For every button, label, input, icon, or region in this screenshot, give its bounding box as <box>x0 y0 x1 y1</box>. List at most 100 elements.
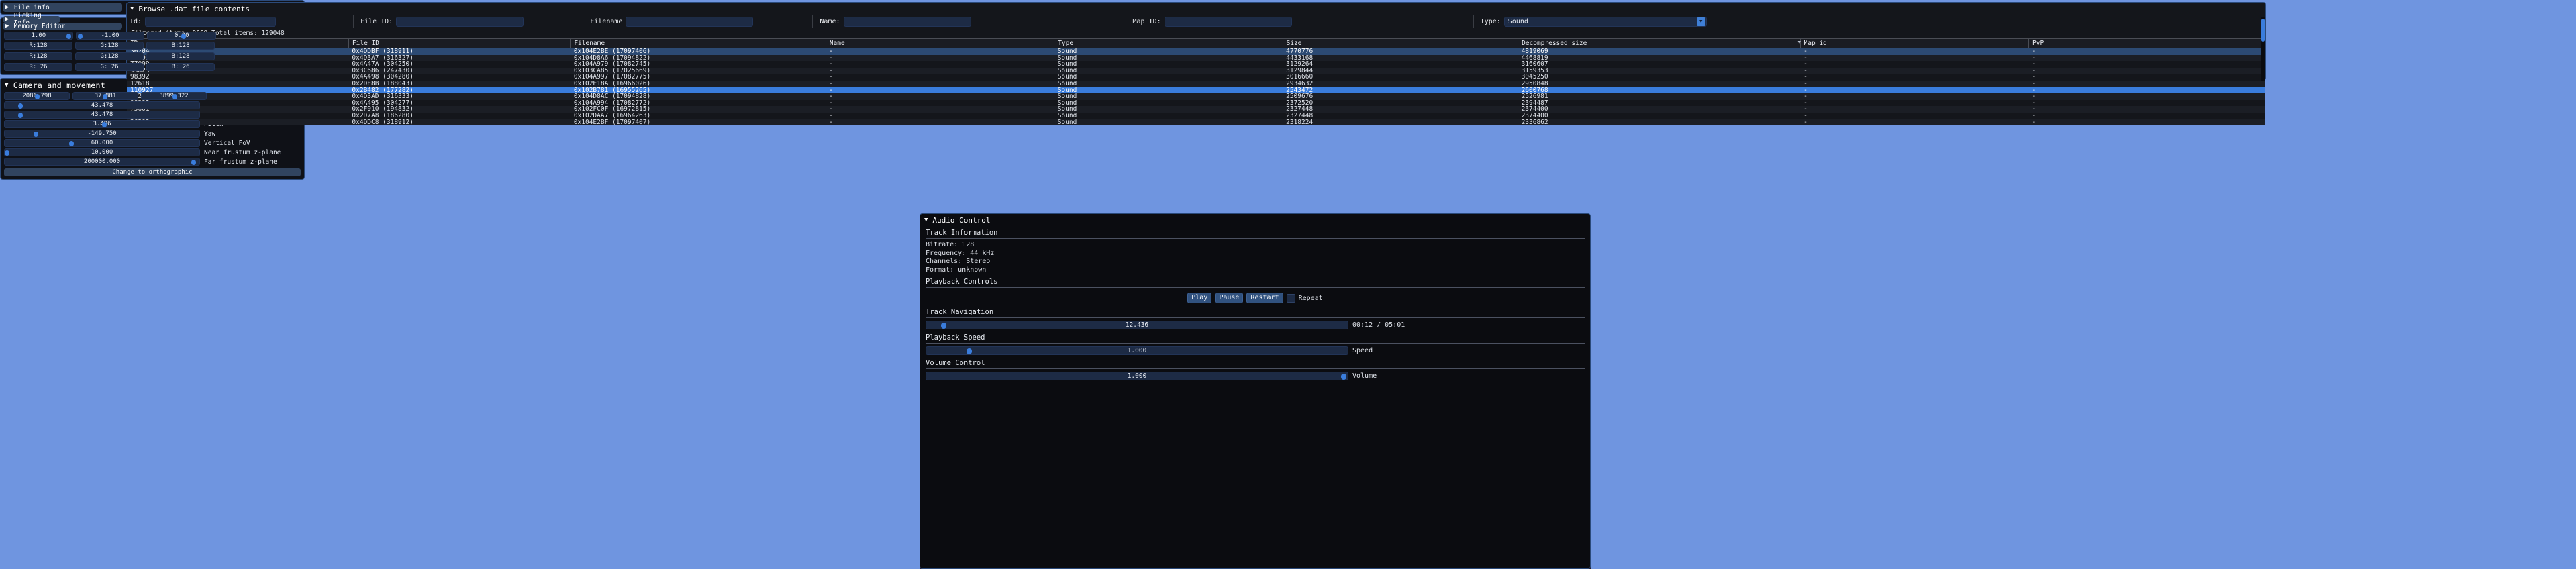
slider-knob[interactable] <box>4 150 9 156</box>
column-header-decompressed-size[interactable]: Decompressed size <box>1518 38 1801 48</box>
triangle-right-icon: ▶ <box>5 15 9 23</box>
cell-decompressed-size: 2374400 <box>1518 106 1801 113</box>
table-row[interactable]: 12618 0x2DE8B (188043) 0x102E18A (16966026… <box>127 80 2265 87</box>
camera-slider-row: -149.750 Yaw <box>1 129 304 138</box>
slider-knob[interactable] <box>18 112 23 118</box>
slider-knob[interactable] <box>1341 373 1346 380</box>
specular-b[interactable]: B: 26 <box>146 63 215 71</box>
filter-map-id-input[interactable] <box>1164 16 1292 27</box>
table-row[interactable]: 98392 0x4A498 (304280) 0x104A997 (17082775… <box>127 74 2265 81</box>
specular-r[interactable]: R: 26 <box>4 63 72 71</box>
table-row[interactable]: 362030x4DDC8 (318912)0x104E2BF (17097407… <box>127 119 2265 126</box>
sidebar-item-label: File info <box>13 3 50 11</box>
slider-knob[interactable] <box>191 159 197 165</box>
slider-knob[interactable] <box>68 140 74 146</box>
camera-position-y[interactable]: 37.881 <box>72 92 138 100</box>
table-row[interactable]: 938250x3C686 (247430)0x103CA85 (17025669… <box>127 67 2265 74</box>
table-row[interactable]: 110927 0x2B482 (177282) 0x102B781 (1695526… <box>127 87 2265 94</box>
filter-file-id: File ID: <box>360 15 524 28</box>
drag-knob[interactable] <box>35 93 40 99</box>
slider-knob[interactable] <box>967 348 972 354</box>
specular-g[interactable]: G: 26 <box>75 63 144 71</box>
camera-position-x[interactable]: 2086.798 <box>4 92 70 100</box>
type-select[interactable]: Sound ▼ <box>1503 16 1707 27</box>
repeat-checkbox[interactable] <box>1286 293 1295 303</box>
cell-decompressed-size: 2950848 <box>1518 80 1801 87</box>
cell-type: Sound <box>1054 106 1283 113</box>
light-direction-z[interactable]: 0.00 <box>147 32 217 40</box>
filter-name-input[interactable] <box>843 16 971 27</box>
drag-knob[interactable] <box>103 93 107 99</box>
slider-knob[interactable] <box>34 131 39 137</box>
column-header-type[interactable]: Type <box>1054 38 1283 48</box>
column-header-file-id[interactable]: File ID <box>348 38 571 48</box>
cell-size: 4433168 <box>1283 54 1518 62</box>
drag-knob[interactable] <box>181 33 186 39</box>
slider-knob[interactable] <box>941 322 946 329</box>
restart-button[interactable]: Restart <box>1246 293 1283 303</box>
slider-knob[interactable] <box>18 103 23 109</box>
slider-vertical-fov[interactable]: 60.000 <box>4 139 200 147</box>
volume-slider[interactable]: 1.000 <box>926 372 1348 380</box>
diffuse-b[interactable]: B:128 <box>146 52 215 60</box>
cell-decompressed-size: 4468819 <box>1518 54 1801 62</box>
filter-filename-input[interactable] <box>626 16 754 27</box>
slider-strafe-speed[interactable]: 43.478 <box>4 111 200 119</box>
camera-position-z[interactable]: 3899.322 <box>141 92 207 100</box>
table-row[interactable]: 983910x4D3A7 (316327)0x104D8A6 (17094822… <box>127 54 2265 62</box>
table-scrollbar-thumb[interactable] <box>2261 19 2265 42</box>
filter-id-label: Id: <box>130 17 142 25</box>
cell-filename: 0x104E2BF (17097407) <box>570 119 826 126</box>
drag-knob[interactable] <box>66 33 71 39</box>
column-header-name[interactable]: Name <box>826 38 1055 48</box>
slider-far-frustum-z-plane[interactable]: 200000.000 <box>4 158 200 166</box>
slider-pitch[interactable]: 3.496 <box>4 120 200 128</box>
pause-button[interactable]: Pause <box>1215 293 1244 303</box>
light-direction-x[interactable]: 1.00 <box>4 32 73 40</box>
slider-walk-speed[interactable]: 43.478 <box>4 101 200 109</box>
table-row[interactable]: 75601 0x2F910 (194832) 0x102FC0F (16972815… <box>127 106 2265 113</box>
slider-value: 200000.000 <box>83 158 121 165</box>
cell-name: - <box>826 74 1054 81</box>
cell-name: - <box>826 87 1054 94</box>
cell-file-id: 0x2D7A8 (186280) <box>348 112 571 119</box>
sidebar-item-file-info[interactable]: ▶ File info <box>3 3 122 12</box>
cell-map-id: - <box>1800 99 2029 107</box>
column-header-pvp[interactable]: PvP <box>2028 38 2265 48</box>
drag-knob[interactable] <box>77 33 83 39</box>
column-header-size[interactable]: Size <box>1283 38 1519 48</box>
audio-panel-header[interactable]: ▼ Audio Control <box>920 214 1590 225</box>
ambient-g[interactable]: G:128 <box>75 42 144 50</box>
filter-file-id-input[interactable] <box>396 16 524 27</box>
sidebar-item-picking-info[interactable]: ▶ Picking Info <box>3 12 60 27</box>
table-header-row: ID File ID Filename Name Type Size Decom… <box>127 38 2265 48</box>
filter-filename: Filename <box>590 15 754 28</box>
filter-id-input[interactable] <box>145 16 277 27</box>
browse-panel-header[interactable]: ▼ Browse .dat file contents <box>127 3 2265 15</box>
chevron-down-icon[interactable]: ▼ <box>1696 17 1705 26</box>
track-navigation-header: Track Navigation <box>926 308 994 316</box>
column-header-filename[interactable]: Filename <box>570 38 826 48</box>
table-row[interactable]: 36213 0x4D3AD (316333) 0x104D8AC (17094828… <box>127 93 2265 100</box>
track-position-slider[interactable]: 12.436 <box>926 321 1348 329</box>
light-direction-y[interactable]: -1.00 <box>75 32 145 40</box>
sidebar-item-memory-editor[interactable]: ▶ Memory Editor <box>3 23 122 30</box>
ambient-r[interactable]: R:128 <box>4 42 72 50</box>
playback-speed-slider[interactable]: 1.000 <box>926 346 1348 355</box>
column-header-map-id[interactable]: ▼ Map id <box>1798 38 2030 48</box>
table-row[interactable]: 756020x2D7A8 (186280)0x102DAA7 (16964263… <box>127 112 2265 119</box>
table-row[interactable]: 770990x4A47A (304250)0x104A979 (17082745… <box>127 61 2265 68</box>
filter-name-label: Name: <box>820 17 840 25</box>
drag-knob[interactable] <box>172 93 177 99</box>
cell-pvp: - <box>2028 48 2265 55</box>
play-button[interactable]: Play <box>1187 293 1212 303</box>
table-row[interactable]: 36204 0x4DDBF (318911) 0x104E2BE (17097406… <box>127 48 2265 55</box>
diffuse-g[interactable]: G:128 <box>75 52 144 60</box>
slider-knob[interactable] <box>101 121 107 127</box>
cell-size: 2543472 <box>1283 87 1518 94</box>
table-row[interactable]: 983930x4A495 (304277)0x104A994 (17082772… <box>127 99 2265 107</box>
diffuse-r[interactable]: R:128 <box>4 52 72 60</box>
slider-near-frustum-z-plane[interactable]: 10.000 <box>4 148 200 156</box>
ambient-b[interactable]: B:128 <box>146 42 215 50</box>
slider-yaw[interactable]: -149.750 <box>4 130 200 138</box>
